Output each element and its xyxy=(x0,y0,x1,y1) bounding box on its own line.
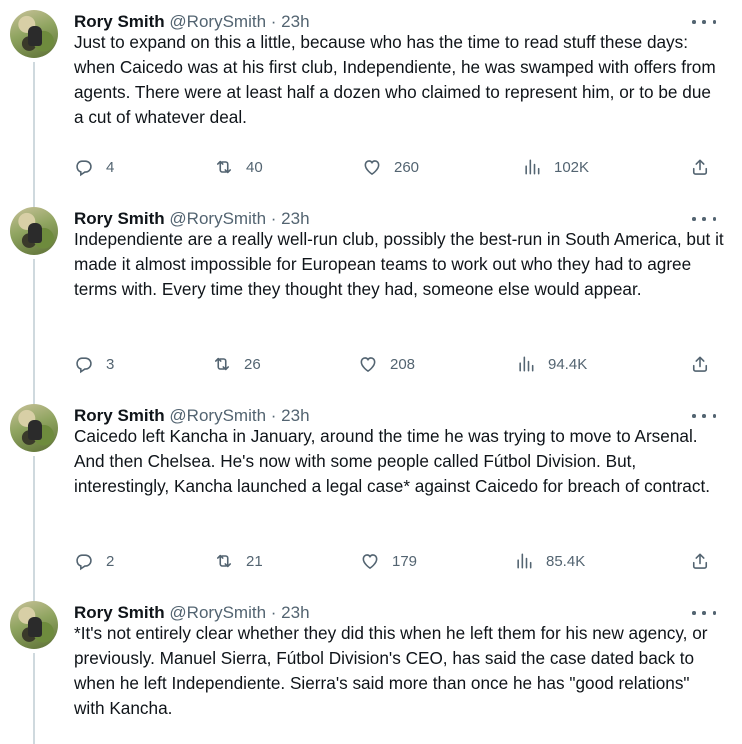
retweet-button[interactable]: 26 xyxy=(212,352,261,376)
views-icon xyxy=(519,356,534,372)
like-count: 179 xyxy=(392,552,418,570)
avatar[interactable] xyxy=(10,207,58,255)
tweet-actions: 2 21 179 85.4K xyxy=(74,549,724,573)
thread-line xyxy=(33,62,35,207)
author-name[interactable]: Rory Smith xyxy=(74,12,165,31)
reply-button[interactable]: 4 xyxy=(74,155,114,179)
heart-icon xyxy=(360,357,376,373)
separator-dot: · xyxy=(270,12,277,31)
like-button[interactable]: 208 xyxy=(358,352,415,376)
thread-line xyxy=(33,259,35,404)
tweet[interactable]: Rory Smith @RorySmith · 23h Caicedo left… xyxy=(0,394,742,601)
views-count: 102K xyxy=(554,158,590,176)
views-count: 94.4K xyxy=(548,355,588,373)
retweet-button[interactable]: 40 xyxy=(214,155,263,179)
reply-icon xyxy=(76,357,92,374)
like-count: 208 xyxy=(390,355,416,373)
timestamp[interactable]: 23h xyxy=(281,603,309,622)
retweet-button[interactable]: 21 xyxy=(214,549,263,573)
retweet-icon xyxy=(216,160,232,174)
share-icon xyxy=(692,553,708,569)
views-icon xyxy=(525,159,540,175)
retweet-count: 21 xyxy=(246,552,263,570)
reply-icon xyxy=(76,554,92,571)
like-button[interactable]: 260 xyxy=(362,155,419,179)
share-button[interactable] xyxy=(690,549,710,573)
heart-icon xyxy=(364,160,380,176)
timestamp[interactable]: 23h xyxy=(281,406,309,425)
views-button[interactable]: 94.4K xyxy=(516,352,587,376)
avatar[interactable] xyxy=(10,404,58,452)
author-name[interactable]: Rory Smith xyxy=(74,603,165,622)
tweet-text: Just to expand on this a little, because… xyxy=(74,32,716,127)
author-name[interactable]: Rory Smith xyxy=(74,209,165,228)
separator-dot: · xyxy=(270,603,277,622)
retweet-count: 26 xyxy=(244,355,261,373)
reply-button[interactable]: 2 xyxy=(74,549,114,573)
separator-dot: · xyxy=(270,406,277,425)
heart-icon xyxy=(362,554,378,570)
author-handle[interactable]: @RorySmith xyxy=(169,12,266,31)
author-handle[interactable]: @RorySmith xyxy=(169,603,266,622)
tweet[interactable]: Rory Smith @RorySmith · 23h *It's not en… xyxy=(0,591,742,744)
more-icon[interactable] xyxy=(692,215,716,223)
avatar[interactable] xyxy=(10,10,58,58)
reply-icon xyxy=(76,160,92,177)
retweet-icon xyxy=(214,357,230,371)
timestamp[interactable]: 23h xyxy=(281,209,309,228)
author-name[interactable]: Rory Smith xyxy=(74,406,165,425)
reply-button[interactable]: 3 xyxy=(74,352,114,376)
reply-count: 4 xyxy=(106,158,115,176)
thread-line xyxy=(33,456,35,601)
retweet-count: 40 xyxy=(246,158,263,176)
reply-count: 2 xyxy=(106,552,115,570)
views-icon xyxy=(517,553,532,569)
views-button[interactable]: 102K xyxy=(522,155,589,179)
reply-count: 3 xyxy=(106,355,115,373)
tweet-actions: 3 26 208 94.4K xyxy=(74,352,724,376)
share-icon xyxy=(692,356,708,372)
timestamp[interactable]: 23h xyxy=(281,12,309,31)
like-button[interactable]: 179 xyxy=(360,549,417,573)
tweet-text: *It's not entirely clear whether they di… xyxy=(74,623,708,718)
share-button[interactable] xyxy=(690,155,710,179)
more-icon[interactable] xyxy=(692,609,716,617)
tweet-actions: 4 40 260 102K xyxy=(74,155,724,179)
share-icon xyxy=(692,159,708,175)
separator-dot: · xyxy=(270,209,277,228)
tweet-text: Independiente are a really well-run club… xyxy=(74,229,724,299)
tweet[interactable]: Rory Smith @RorySmith · 23h Just to expa… xyxy=(0,0,742,207)
views-count: 85.4K xyxy=(546,552,586,570)
more-icon[interactable] xyxy=(692,18,716,26)
like-count: 260 xyxy=(394,158,420,176)
views-button[interactable]: 85.4K xyxy=(514,549,585,573)
tweet-text: Caicedo left Kancha in January, around t… xyxy=(74,426,711,496)
more-icon[interactable] xyxy=(692,412,716,420)
thread-line xyxy=(33,653,35,744)
author-handle[interactable]: @RorySmith xyxy=(169,209,266,228)
avatar[interactable] xyxy=(10,601,58,649)
retweet-icon xyxy=(216,554,232,568)
author-handle[interactable]: @RorySmith xyxy=(169,406,266,425)
tweet[interactable]: Rory Smith @RorySmith · 23h Independient… xyxy=(0,197,742,404)
share-button[interactable] xyxy=(690,352,710,376)
